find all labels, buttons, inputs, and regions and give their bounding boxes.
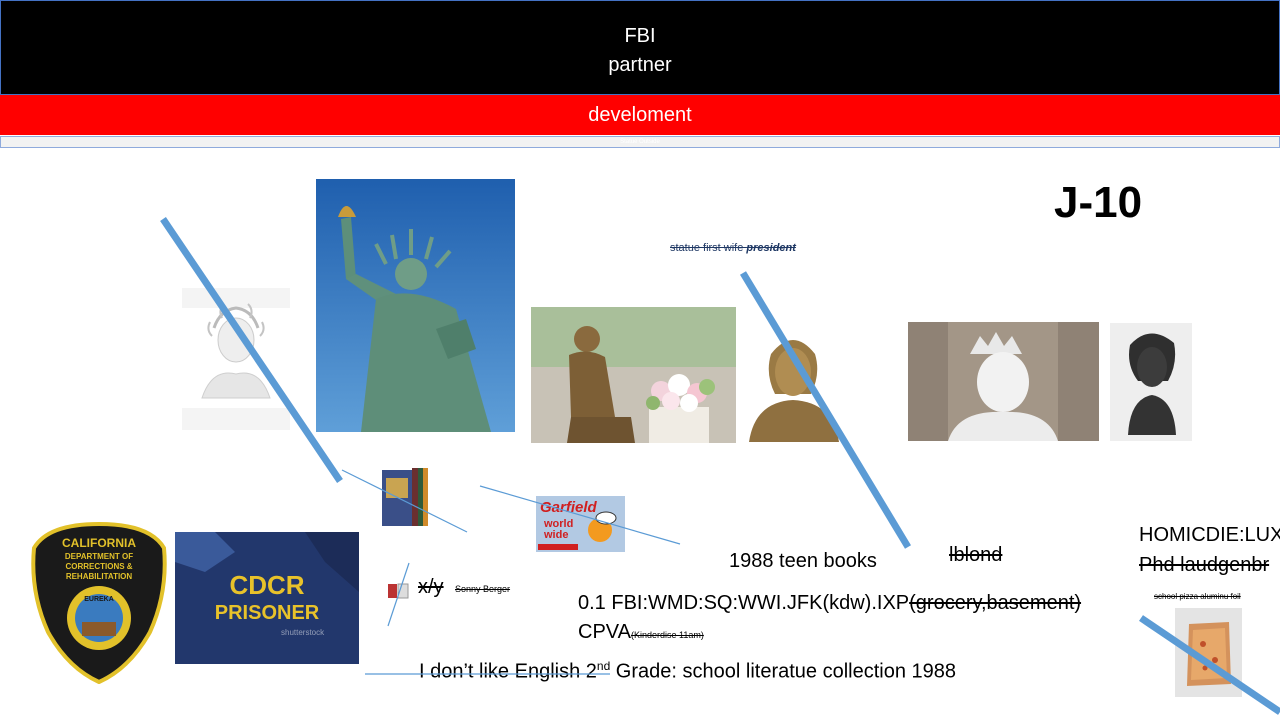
book-box-set-image [380,466,430,530]
california-corrections-badge: CALIFORNIA DEPARTMENT OF CORRECTIONS & R… [30,521,168,685]
blond-label: lblond [949,544,1003,566]
badge-middle-text: DEPARTMENT OF CORRECTIONS & REHABILITATI… [64,552,134,581]
dark-bust-image [1110,323,1192,441]
statue-caption-emphasis: president [746,242,796,254]
homicide-label: HOMICDIE:LUX [1139,524,1280,546]
code-label: J-10 [1054,178,1143,227]
header-line-1: FBI [624,25,656,47]
cpva-line: CPVA(Kinderdise 11am) [578,621,704,644]
english-line: I don’t like English 2nd Grade: school l… [419,659,956,684]
english-sup: nd [596,659,611,673]
medusa-bust-image [182,288,290,430]
english-pre: I don’t like English 2 [419,660,597,683]
header-line-2: partner [608,54,672,76]
xy-label: x/y [418,576,444,598]
school-pizza-label: school pizza aluminu foil [1154,592,1241,601]
queen-statue-image [908,322,1099,441]
thin-bar: Statue Outside [0,136,1280,148]
cpva-sub: (Kinderdise 11am) [630,630,704,640]
bronze-seated-statue-image [531,307,736,443]
english-post: Grade: school literatue collection 1988 [610,660,957,683]
fbi-line-main: 0.1 FBI:WMD:SQ:WWI.JFK(kdw).IXP [578,592,910,614]
cdcr-prisoner-jacket-image: CDCR PRISONER shutterstock [175,532,359,664]
phd-label: Phd laudgenbr [1139,554,1270,576]
fbi-line-struck: (grocery,basement) [909,592,1082,614]
red-bar: develoment [0,95,1280,135]
garfield-book-image: Garfield world wide [536,496,625,552]
fbi-line: 0.1 FBI:WMD:SQ:WWI.JFK(kdw).IXP(grocery,… [578,592,1081,615]
jacket-watermark: shutterstock [281,628,325,637]
cpva-main: CPVA [578,621,631,643]
statue-of-liberty-image [316,179,515,432]
badge-top-text: CALIFORNIA [62,536,136,550]
statue-caption: statue first wife president [670,242,796,254]
jacket-line-2: PRISONER [214,602,320,624]
bronze-bust-image [741,324,846,442]
header-banner: FBI partner [0,0,1280,95]
statue-caption-text: statue first wife [670,242,747,254]
small-book-icon [387,583,409,599]
jacket-line-1: CDCR [229,570,305,600]
badge-seal-text: EUREKA [84,596,114,603]
teen-books-label: 1988 teen books [729,550,877,572]
pizza-foil-image [1175,608,1242,697]
sonny-berger-label: Sonny Berger [455,584,511,594]
